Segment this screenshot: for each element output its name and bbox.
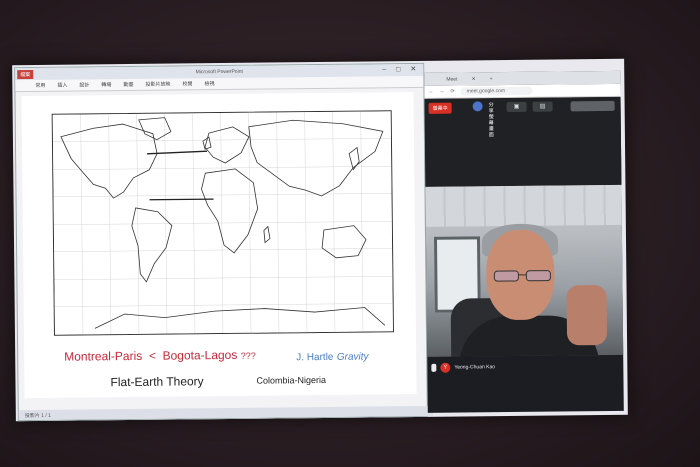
meet-share-panel: 螢幕中 分享螢幕畫面 ▣ ▤ — [424, 96, 622, 187]
avatar: Y — [440, 362, 451, 373]
ribbon-tab[interactable]: 轉場 — [101, 81, 111, 88]
ribbon-tab[interactable]: 常用 — [35, 82, 45, 89]
route-bogota-lagos — [149, 198, 214, 201]
back-icon[interactable]: ← — [428, 89, 433, 95]
colombia-nigeria-label: Colombia-Nigeria — [256, 374, 327, 386]
world-map — [51, 110, 394, 336]
reference-author: J. Hartle — [296, 351, 334, 364]
projection-screen: 檔案 Microsoft PowerPoint – □ ✕ 常用 插入 設計 轉… — [12, 58, 628, 422]
ribbon-tab[interactable]: 設計 — [79, 81, 89, 88]
participant-nameplate: Y Yeong-Chuan Kao — [431, 362, 495, 373]
slide-canvas: Montreal-Paris < Bogota-Lagos ??? J. Har… — [21, 92, 417, 399]
url-field[interactable]: meet.google.com — [460, 86, 533, 96]
ppt-window-title: Microsoft PowerPoint — [195, 68, 243, 76]
browser-tab[interactable]: Meet — [446, 76, 457, 82]
participant-name: Yeong-Chuan Kao — [454, 364, 496, 371]
ceiling — [425, 184, 622, 227]
sharing-status-badge: 螢幕中 — [428, 102, 452, 114]
ribbon-tab[interactable]: 動畫 — [123, 81, 133, 88]
slide-counter: 投影片 1 / 1 — [24, 412, 51, 419]
self-view-thumbnail[interactable] — [570, 100, 615, 112]
route-label-montreal-paris: Montreal-Paris — [64, 348, 143, 364]
close-icon[interactable]: ✕ — [471, 76, 475, 82]
reload-icon[interactable]: ⟳ — [450, 89, 454, 95]
camera-toggle-icon[interactable]: ▣ — [506, 101, 527, 113]
share-screen-label: 分享螢幕畫面 — [488, 102, 494, 139]
meet-logo-icon — [472, 101, 483, 112]
microphone-icon — [431, 363, 437, 372]
window-controls[interactable]: – □ ✕ — [382, 65, 420, 73]
ribbon-tab[interactable]: 投影片放映 — [145, 81, 170, 88]
person-hand — [566, 285, 608, 346]
new-tab-icon[interactable]: + — [490, 76, 493, 82]
ribbon-tab[interactable]: 檢視 — [204, 80, 214, 87]
reference-title: Gravity — [336, 351, 369, 363]
flat-earth-label: Flat-Earth Theory — [110, 374, 204, 390]
meet-window: Meet ✕ + ← → ⟳ meet.google.com 螢幕中 分享螢幕畫… — [424, 70, 624, 413]
route-label-bogota-lagos: Bogota-Lagos — [162, 347, 238, 363]
person-glasses — [493, 270, 551, 282]
ribbon-tab[interactable]: 校閱 — [182, 80, 192, 87]
powerpoint-window: 檔案 Microsoft PowerPoint – □ ✕ 常用 插入 設計 轉… — [14, 62, 433, 422]
ppt-file-tab[interactable]: 檔案 — [17, 69, 34, 80]
ribbon-tab[interactable]: 插入 — [57, 82, 67, 89]
question-marks: ??? — [240, 350, 256, 361]
comparison-operator: < — [148, 348, 156, 363]
forward-icon[interactable]: → — [439, 89, 444, 95]
participant-video — [425, 184, 624, 357]
present-icon[interactable]: ▤ — [532, 101, 553, 112]
